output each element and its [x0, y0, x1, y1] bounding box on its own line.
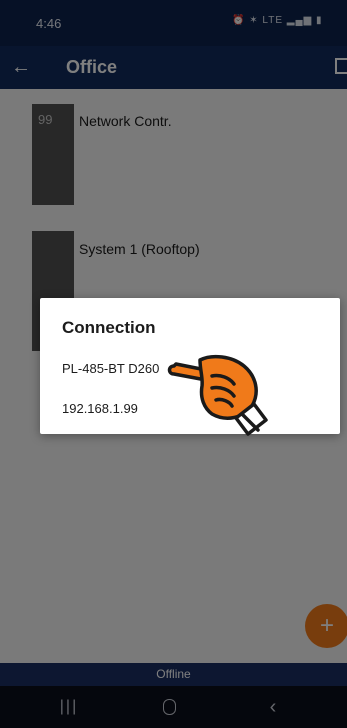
- app-screen: 4:46 ⏰ ✶ LTE ▂▄▆ ▮ ← Office 99 Network C…: [0, 0, 347, 728]
- dialog-title: Connection: [62, 318, 156, 337]
- connection-option-bluetooth[interactable]: PL-485-BT D260: [40, 352, 340, 386]
- connection-dialog: Connection PL-485-BT D260 192.168.1.99: [40, 298, 340, 434]
- connection-option-ip[interactable]: 192.168.1.99: [40, 392, 340, 426]
